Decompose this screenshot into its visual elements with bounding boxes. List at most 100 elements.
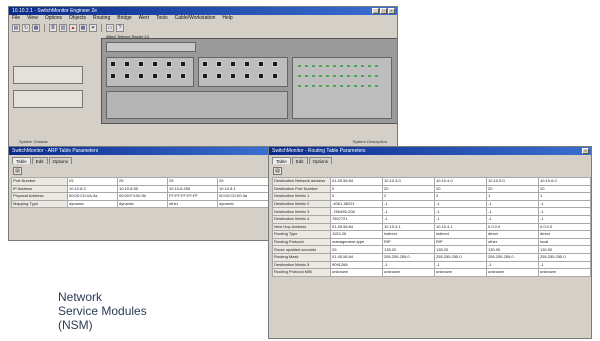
table-row[interactable]: Destination Metric 5 9091268 -1 -1 -1 -1 bbox=[272, 260, 591, 270]
table-row[interactable]: Mapping Type dynamic dynamic other dynamic bbox=[11, 199, 269, 209]
table-row[interactable]: Port Number 25 25 25 25 bbox=[11, 177, 269, 186]
port-led bbox=[368, 65, 371, 67]
maximize-button[interactable]: □ bbox=[380, 8, 387, 14]
menu-file[interactable]: File bbox=[12, 15, 20, 22]
table-cell: unknown bbox=[434, 268, 487, 277]
table-cell: -1 bbox=[486, 214, 539, 224]
tab-options[interactable]: Options bbox=[48, 157, 73, 164]
table-row[interactable]: Routing Protocol MIB unknown unknown unknow… bbox=[272, 268, 591, 277]
menu-routing[interactable]: Routing bbox=[93, 15, 110, 22]
table-row[interactable]: Routing Mask 01.45.56.84 255.255.255.0 255.… bbox=[272, 252, 591, 262]
table-view-icon[interactable]: ▤ bbox=[273, 167, 282, 175]
list-icon[interactable]: ≣ bbox=[49, 23, 57, 32]
tab-table[interactable]: Table bbox=[272, 157, 291, 164]
menu-alert[interactable]: Alert bbox=[139, 15, 149, 22]
table-cell: direct bbox=[486, 230, 539, 239]
switch-port[interactable] bbox=[152, 61, 158, 67]
switch-port[interactable] bbox=[272, 73, 278, 79]
routing-window-titlebar[interactable]: SwitchMonitor - Routing Table Parameters… bbox=[269, 147, 591, 155]
switch-port[interactable] bbox=[216, 61, 222, 67]
table-row[interactable]: Destination Network address 01.45.56.84 10… bbox=[272, 177, 591, 186]
refresh-icon[interactable]: ↻ bbox=[22, 23, 30, 32]
grid-icon[interactable]: ▦ bbox=[32, 23, 40, 32]
table-row[interactable]: Routing Type 1103.26 indirect indirect direc… bbox=[272, 230, 591, 239]
open-icon[interactable]: ▤ bbox=[12, 23, 20, 32]
menu-objects[interactable]: Objects bbox=[69, 15, 86, 22]
left-module-panel-top[interactable] bbox=[13, 66, 83, 84]
port-led bbox=[333, 85, 336, 87]
tab-options[interactable]: Options bbox=[308, 157, 333, 164]
tab-table[interactable]: Table bbox=[12, 157, 31, 164]
minimize-button[interactable]: _ bbox=[372, 8, 379, 14]
menu-bridge[interactable]: Bridge bbox=[117, 15, 131, 22]
switch-port[interactable] bbox=[244, 61, 250, 67]
switch-port[interactable] bbox=[166, 73, 172, 79]
switch-port[interactable] bbox=[216, 73, 222, 79]
switch-port[interactable] bbox=[230, 73, 236, 79]
menu-tools[interactable]: Tools bbox=[156, 15, 168, 22]
switch-port[interactable] bbox=[138, 61, 144, 67]
table-row[interactable]: Destination Port Number 0 20 20 20 20 bbox=[272, 184, 591, 194]
port-led bbox=[375, 65, 378, 67]
left-module-panel-bottom[interactable] bbox=[13, 90, 83, 108]
caption-line-2: Service Modules bbox=[58, 304, 147, 318]
row-header-cell: Port Number bbox=[11, 177, 68, 186]
uplink-module-slot[interactable] bbox=[106, 42, 196, 52]
menu-view[interactable]: View bbox=[27, 15, 38, 22]
table-view-icon[interactable]: ▤ bbox=[13, 167, 22, 175]
row-header-cell: Destination Port Number bbox=[272, 184, 331, 194]
table-row[interactable]: Route updated seconds 29 135.20 135.20 130.0… bbox=[272, 245, 591, 254]
switch-port[interactable] bbox=[180, 61, 186, 67]
switch-port[interactable] bbox=[138, 73, 144, 79]
table-row[interactable]: Destination Metric 2 -4061-58221 -1 -1 -1 -1 bbox=[272, 199, 591, 209]
table-row[interactable]: Routing Protocol management-type RIP RIP oth… bbox=[272, 237, 591, 247]
table-cell: 255.255.255.0 bbox=[538, 252, 591, 262]
menu-options[interactable]: Options bbox=[45, 15, 62, 22]
table-row[interactable]: Destination Metric 102211 bbox=[272, 192, 591, 201]
port-led bbox=[305, 75, 308, 77]
tab-edit[interactable]: Edit bbox=[31, 157, 48, 164]
switch-port[interactable] bbox=[166, 61, 172, 67]
switch-port[interactable] bbox=[180, 73, 186, 79]
settings-icon[interactable]: ✦ bbox=[89, 23, 97, 32]
switch-port[interactable] bbox=[152, 73, 158, 79]
switch-port[interactable] bbox=[110, 73, 116, 79]
caption-line-3: (NSM) bbox=[58, 318, 93, 332]
switch-port[interactable] bbox=[230, 61, 236, 67]
switch-port[interactable] bbox=[202, 73, 208, 79]
switch-port[interactable] bbox=[110, 61, 116, 67]
switch-port[interactable] bbox=[272, 61, 278, 67]
table-cell: -1 bbox=[434, 214, 487, 224]
switch-port[interactable] bbox=[258, 61, 264, 67]
table-row[interactable]: IP Address 10.10.8.2 10.10.8.55 10.10.8.255… bbox=[11, 184, 269, 194]
tab-edit[interactable]: Edit bbox=[291, 157, 308, 164]
close-button[interactable]: × bbox=[582, 148, 589, 154]
arp-window-title: SwitchMonitor - ARP Table Parameters bbox=[12, 148, 99, 154]
menu-help[interactable]: Help bbox=[222, 15, 232, 22]
arp-window-titlebar[interactable]: SwitchMonitor - ARP Table Parameters bbox=[9, 147, 269, 155]
nsm-slot-4[interactable] bbox=[106, 91, 288, 119]
main-window-titlebar[interactable]: 10.10.2.1 - SwitchMonitor Engineer 2e _ … bbox=[9, 7, 397, 15]
table-row[interactable]: Physical Address 00:00:CD:0A:3a 00:00:F4:0… bbox=[11, 192, 269, 201]
print-icon[interactable]: ▭ bbox=[106, 23, 114, 32]
chart-icon[interactable]: ▥ bbox=[59, 23, 67, 32]
port-led bbox=[333, 75, 336, 77]
switch-port[interactable] bbox=[244, 73, 250, 79]
table-row[interactable]: Destination Metric 4 7807721 -1 -1 -1 -1 bbox=[272, 214, 591, 224]
switch-port[interactable] bbox=[124, 73, 130, 79]
row-header-cell: Destination Metric 4 bbox=[272, 214, 331, 224]
table-row[interactable]: Destination Metric 3 -786495-208 -1 -1 -1 -1 bbox=[272, 207, 591, 216]
routing-window-title: SwitchMonitor - Routing Table Parameters bbox=[272, 148, 366, 154]
switch-chassis[interactable] bbox=[101, 38, 397, 124]
switch-port[interactable] bbox=[202, 61, 208, 67]
alert-icon[interactable]: ▲ bbox=[69, 23, 77, 32]
menu-cable[interactable]: Cable/Workstation bbox=[175, 15, 216, 22]
table-cell: -1 bbox=[486, 207, 539, 216]
table-cell: 20 bbox=[434, 184, 487, 194]
table-row[interactable]: Next Hop Address 01.45.56.84 10.10.4.1 10.1… bbox=[272, 222, 591, 232]
table-icon[interactable]: ▦ bbox=[79, 23, 87, 32]
close-button[interactable]: × bbox=[388, 8, 395, 14]
switch-port[interactable] bbox=[258, 73, 264, 79]
help-icon[interactable]: ? bbox=[116, 23, 124, 32]
switch-port[interactable] bbox=[124, 61, 130, 67]
